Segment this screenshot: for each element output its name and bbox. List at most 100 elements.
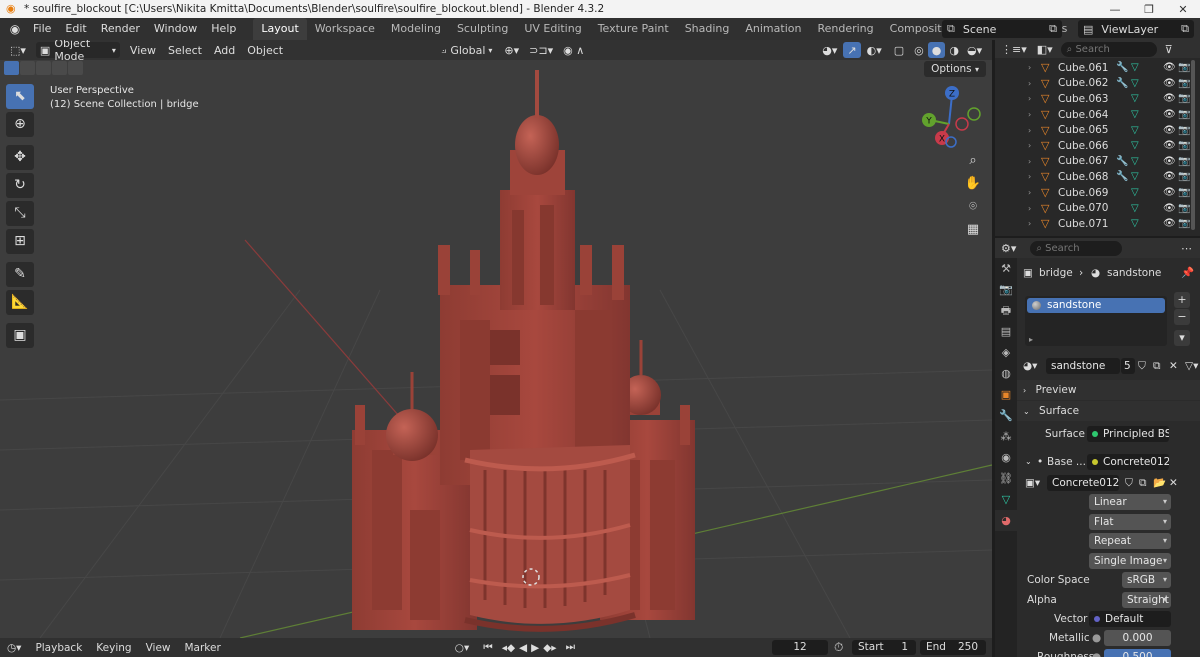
roughness-slider[interactable]: 0.500 (1104, 649, 1171, 657)
metallic-slider[interactable]: 0.000 (1104, 630, 1171, 646)
material-slot-list[interactable]: sandstone ▸ (1025, 296, 1167, 346)
surface-panel-header[interactable]: ⌄ Surface (1017, 401, 1200, 421)
editor-type-icon[interactable]: ⬚▾ (6, 42, 30, 58)
menu-file[interactable]: File (26, 18, 58, 40)
render-camera-icon[interactable]: 📷 (1178, 218, 1190, 229)
scene-tab-icon[interactable]: ◈ (995, 342, 1017, 363)
tab-uv-editing[interactable]: UV Editing (516, 18, 589, 40)
fake-user-shield-icon[interactable]: ⛉ (1138, 357, 1146, 375)
image-browse-icon[interactable]: ▣▾ (1025, 474, 1040, 492)
snap-icon[interactable]: ⊃⊐▾ (525, 42, 557, 58)
tab-rendering[interactable]: Rendering (809, 18, 881, 40)
mesh-data-icon[interactable]: ▽ (1131, 171, 1139, 182)
material-slot-item[interactable]: sandstone (1027, 298, 1165, 313)
outliner-row[interactable]: › ▽ Cube.069 ▽ 👁 📷 (995, 185, 1200, 201)
prev-keyframe-icon[interactable]: ◂◆ (500, 642, 517, 654)
tab-workspace[interactable]: Workspace (307, 18, 383, 40)
duplicate-material-icon[interactable]: ⧉ (1153, 357, 1161, 375)
constraints-tab-icon[interactable]: ⛓ (995, 468, 1017, 489)
render-camera-icon[interactable]: 📷 (1178, 78, 1190, 89)
outliner-row[interactable]: › ▽ Cube.064 ▽ 👁 📷 (995, 107, 1200, 123)
properties-options-icon[interactable]: ⋯ (1181, 242, 1192, 255)
modifiers-tab-icon[interactable]: 🔧 (995, 405, 1017, 426)
wireframe-shading-icon[interactable]: ◎ (910, 42, 928, 58)
select-box-icon[interactable] (4, 61, 19, 75)
pivot-point-icon[interactable]: ⊕▾ (500, 42, 523, 58)
particles-tab-icon[interactable]: ⁂ (995, 426, 1017, 447)
render-camera-icon[interactable]: 📷 (1178, 62, 1190, 73)
modifier-wrench-icon[interactable]: 🔧 (1116, 78, 1128, 89)
outliner-scrollbar[interactable] (1191, 60, 1195, 230)
remove-slot-button[interactable]: − (1174, 309, 1190, 325)
expand-arrow-icon[interactable]: › (1028, 172, 1031, 181)
mesh-data-icon[interactable]: ▽ (1131, 109, 1139, 120)
overlays-icon[interactable]: ◐▾ (863, 42, 886, 58)
view-layer-selector[interactable]: ▤ ViewLayer ⧉ (1078, 20, 1194, 38)
visibility-eye-icon[interactable]: 👁 (1163, 93, 1176, 104)
jump-start-icon[interactable]: ⏮ (476, 641, 499, 654)
pan-hand-icon[interactable]: ✋ (962, 173, 984, 195)
zoom-icon[interactable]: ⌕ (962, 150, 984, 172)
vector-field[interactable]: Default (1089, 611, 1171, 627)
maximize-button[interactable]: ❐ (1132, 3, 1166, 16)
tab-texture-paint[interactable]: Texture Paint (590, 18, 677, 40)
pin-icon[interactable]: 📌 (1181, 264, 1194, 282)
expand-arrow-icon[interactable]: › (1028, 204, 1031, 213)
blender-menu-icon[interactable]: ◉ (4, 22, 26, 36)
display-mode-icon[interactable]: ◧▾ (1037, 43, 1053, 56)
preview-panel-header[interactable]: › Preview (1017, 380, 1200, 400)
output-tab-icon[interactable]: 🖶 (995, 300, 1017, 321)
outliner-row[interactable]: › ▽ Cube.070 ▽ 👁 📷 (995, 200, 1200, 216)
visibility-eye-icon[interactable]: 👁 (1163, 140, 1176, 151)
close-window-button[interactable]: ✕ (1166, 3, 1200, 16)
transform-tool-icon[interactable]: ⊞ (6, 229, 34, 254)
gizmo-toggle-icon[interactable]: ↗ (843, 42, 861, 58)
render-tab-icon[interactable]: 📷 (995, 279, 1017, 300)
measure-tool-icon[interactable]: 📐 (6, 290, 34, 315)
mesh-data-icon[interactable]: ▽ (1131, 93, 1139, 104)
image-open-folder-icon[interactable]: 📂 (1153, 474, 1166, 492)
select-intersect-icon[interactable] (68, 61, 83, 75)
projection-dropdown[interactable]: Flat ▾ (1089, 514, 1171, 530)
start-frame-field[interactable]: Start 1 (852, 640, 916, 655)
expand-list-icon[interactable]: ▸ (1029, 335, 1033, 344)
menu-marker[interactable]: Marker (178, 642, 228, 654)
outliner-row[interactable]: › ▽ Cube.061 🔧 ▽ 👁 📷 (995, 60, 1200, 76)
auto-keying-icon[interactable]: ○▾ (448, 642, 476, 654)
modifier-wrench-icon[interactable]: 🔧 (1116, 62, 1128, 73)
solid-shading-icon[interactable]: ● (927, 42, 946, 58)
expand-arrow-icon[interactable]: › (1028, 157, 1031, 166)
rotate-tool-icon[interactable]: ↻ (6, 173, 34, 198)
expand-arrow-icon[interactable]: › (1028, 94, 1031, 103)
render-camera-icon[interactable]: 📷 (1178, 140, 1190, 151)
visibility-eye-icon[interactable]: 👁 (1163, 78, 1176, 89)
mode-selector[interactable]: ▣ Object Mode ▾ (35, 40, 120, 63)
camera-view-icon[interactable]: ⌾ (962, 196, 984, 218)
visibility-eye-icon[interactable]: 👁 (1163, 187, 1176, 198)
select-subtract-icon[interactable] (36, 61, 51, 75)
image-name-field[interactable]: Concrete012... (1047, 475, 1119, 491)
render-camera-icon[interactable]: 📷 (1178, 171, 1190, 182)
minimize-button[interactable]: — (1098, 3, 1132, 16)
render-camera-icon[interactable]: 📷 (1178, 187, 1190, 198)
slot-specials-icon[interactable]: ▾ (1174, 330, 1190, 346)
outliner-row[interactable]: › ▽ Cube.071 ▽ 👁 📷 (995, 216, 1200, 232)
visibility-icon[interactable]: ◕▾ (818, 42, 841, 58)
image-unlink-icon[interactable]: ✕ (1169, 474, 1178, 492)
navigation-gizmo[interactable]: Z Y X (922, 86, 981, 148)
expand-arrow-icon[interactable]: › (1028, 63, 1031, 72)
visibility-eye-icon[interactable]: 👁 (1163, 171, 1176, 182)
material-tab-icon[interactable]: ◕ (995, 510, 1017, 531)
visibility-eye-icon[interactable]: 👁 (1163, 109, 1176, 120)
menu-view[interactable]: View (126, 42, 160, 58)
filter-icon[interactable]: ⊽ (1165, 43, 1173, 56)
menu-help[interactable]: Help (204, 18, 243, 40)
menu-edit[interactable]: Edit (58, 18, 93, 40)
color-space-dropdown[interactable]: sRGB ▾ (1122, 572, 1171, 588)
expand-arrow-icon[interactable]: › (1028, 126, 1031, 135)
outliner-row[interactable]: › ▽ Cube.067 🔧 ▽ 👁 📷 (995, 154, 1200, 170)
tool-tab-icon[interactable]: ⚒ (995, 258, 1017, 279)
mesh-data-icon[interactable]: ▽ (1131, 62, 1139, 73)
perspective-toggle-icon[interactable]: ▦ (962, 219, 984, 241)
select-tool-icon[interactable]: ⬉ (6, 84, 34, 109)
